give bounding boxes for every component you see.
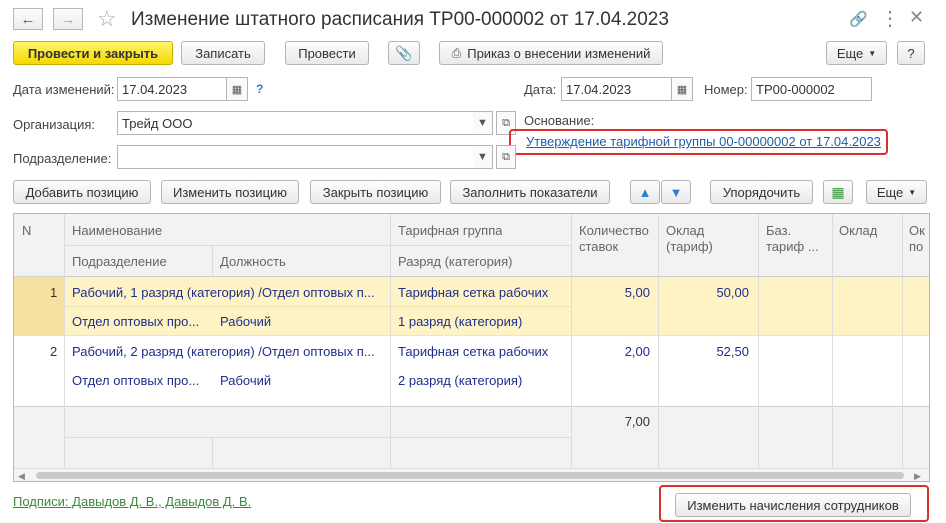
date-calendar-icon[interactable]: ▦ (671, 77, 693, 101)
header-rates-line2[interactable]: ставок (579, 239, 618, 254)
header-salary-line1[interactable]: Оклад (666, 223, 704, 238)
change-date-help-icon[interactable]: ? (256, 82, 263, 96)
total-rates: 7,00 (624, 414, 650, 429)
header-salary-line2[interactable]: (тариф) (666, 239, 713, 254)
add-table-button[interactable]: ▦ (823, 180, 853, 204)
signatures-link[interactable]: Подписи: Давыдов Д. В., Давыдов Д. В. (13, 494, 251, 509)
basis-label: Основание: (524, 113, 595, 128)
link-icon[interactable]: 🔗 (849, 10, 868, 28)
date-label: Дата: (524, 82, 557, 97)
more-actions-icon[interactable]: ⋮ (880, 6, 900, 31)
row1-position: Рабочий (220, 314, 272, 329)
number-label: Номер: (704, 82, 748, 97)
save-button[interactable]: Записать (181, 41, 265, 65)
row1-tariff-group: Тарифная сетка рабочих (398, 285, 549, 300)
header-base-line2[interactable]: тариф ... (766, 239, 819, 254)
help-button[interactable]: ? (897, 41, 925, 65)
arrow-right-icon: → (60, 10, 76, 28)
row2-n: 2 (50, 344, 58, 359)
add-position-button[interactable]: Добавить позицию (13, 180, 151, 204)
header-extra-line2[interactable]: по (909, 239, 923, 254)
fill-indicators-button[interactable]: Заполнить показатели (450, 180, 610, 204)
row2-subdivision: Отдел оптовых про... (72, 373, 200, 388)
date-field[interactable]: 17.04.2023 (561, 77, 672, 101)
header-name[interactable]: Наименование (72, 223, 162, 238)
header-extra-line1[interactable]: Ок (909, 223, 925, 238)
organization-field[interactable]: Трейд ООО (117, 111, 474, 135)
order-button[interactable]: ⎙ Приказ о внесении изменений (439, 41, 663, 65)
arrow-down-icon: ▼ (669, 184, 683, 200)
row2-position: Рабочий (220, 373, 272, 388)
header-subdivision[interactable]: Подразделение (72, 254, 167, 269)
subdivision-open-icon[interactable]: ⧉ (496, 145, 516, 169)
row2-tariff-group: Тарифная сетка рабочих (398, 344, 549, 359)
basis-link[interactable]: Утверждение тарифной группы 00-00000002 … (526, 134, 881, 149)
header-base-line1[interactable]: Баз. (766, 223, 791, 238)
change-accruals-button[interactable]: Изменить начисления сотрудников (675, 493, 911, 517)
change-date-label: Дата изменений: (13, 82, 115, 97)
order-button-label: Приказ о внесении изменений (467, 45, 651, 61)
scrollbar-thumb[interactable] (36, 472, 904, 479)
header-grade[interactable]: Разряд (категория) (398, 254, 512, 269)
row1-name: Рабочий, 1 разряд (категория) /Отдел опт… (72, 285, 375, 300)
sort-button[interactable]: Упорядочить (710, 180, 813, 204)
header-rates-line1[interactable]: Количество (579, 223, 649, 238)
scroll-right-icon[interactable]: ▶ (914, 471, 921, 481)
header-tariff-group[interactable]: Тарифная группа (398, 223, 502, 238)
close-position-button[interactable]: Закрыть позицию (310, 180, 441, 204)
table-more-button[interactable]: Еще ▼ (866, 180, 927, 204)
staff-table[interactable]: N Наименование Подразделение Должность Т… (13, 213, 930, 482)
arrow-left-icon: ← (20, 10, 36, 28)
move-up-button[interactable]: ▲ (630, 180, 660, 204)
horizontal-scrollbar[interactable]: ◀ ▶ (14, 468, 929, 481)
header-n[interactable]: N (22, 223, 31, 238)
subdivision-field[interactable] (117, 145, 474, 169)
post-and-close-button[interactable]: Провести и закрыть (13, 41, 173, 65)
organization-label: Организация: (13, 117, 96, 132)
header-position[interactable]: Должность (220, 254, 286, 269)
arrow-up-icon: ▲ (638, 184, 652, 200)
table-more-label: Еще (876, 184, 904, 200)
more-button[interactable]: Еще ▼ (826, 41, 887, 65)
more-button-label: Еще (836, 45, 864, 61)
scroll-left-icon[interactable]: ◀ (18, 471, 25, 481)
row1-subdivision: Отдел оптовых про... (72, 314, 200, 329)
printer-icon: ⎙ (451, 45, 462, 60)
window-title: Изменение штатного расписания ТР00-00000… (131, 9, 669, 30)
row2-salary: 52,50 (716, 344, 749, 359)
row1-n: 1 (50, 285, 58, 300)
subdivision-dropdown-icon[interactable]: ▼ (473, 145, 493, 169)
row1-grade: 1 разряд (категория) (398, 314, 523, 329)
row2-name: Рабочий, 2 разряд (категория) /Отдел опт… (72, 344, 375, 359)
paperclip-icon: 📎 (395, 44, 413, 61)
edit-position-button[interactable]: Изменить позицию (161, 180, 299, 204)
header-salary2[interactable]: Оклад (839, 223, 877, 238)
favorite-star-icon[interactable]: ☆ (97, 6, 117, 32)
row2-rates: 2,00 (624, 344, 650, 359)
row1-rates: 5,00 (624, 285, 650, 300)
calendar-icon[interactable]: ▦ (226, 77, 248, 101)
back-button[interactable]: ← (13, 8, 43, 30)
move-down-button[interactable]: ▼ (661, 180, 691, 204)
forward-button[interactable]: → (53, 8, 83, 30)
table-more-chevron-icon: ▼ (908, 187, 917, 197)
subdivision-label: Подразделение: (13, 151, 112, 166)
chevron-down-icon: ▼ (868, 48, 877, 58)
organization-dropdown-icon[interactable]: ▼ (473, 111, 493, 135)
change-date-field[interactable]: 17.04.2023 (117, 77, 227, 101)
row1-salary: 50,00 (716, 285, 749, 300)
attach-button[interactable]: 📎 (388, 41, 420, 65)
table-add-icon: ▦ (831, 183, 845, 200)
number-field[interactable]: ТР00-000002 (751, 77, 872, 101)
row2-grade: 2 разряд (категория) (398, 373, 523, 388)
post-button[interactable]: Провести (285, 41, 369, 65)
close-icon[interactable]: ✕ (909, 7, 924, 28)
